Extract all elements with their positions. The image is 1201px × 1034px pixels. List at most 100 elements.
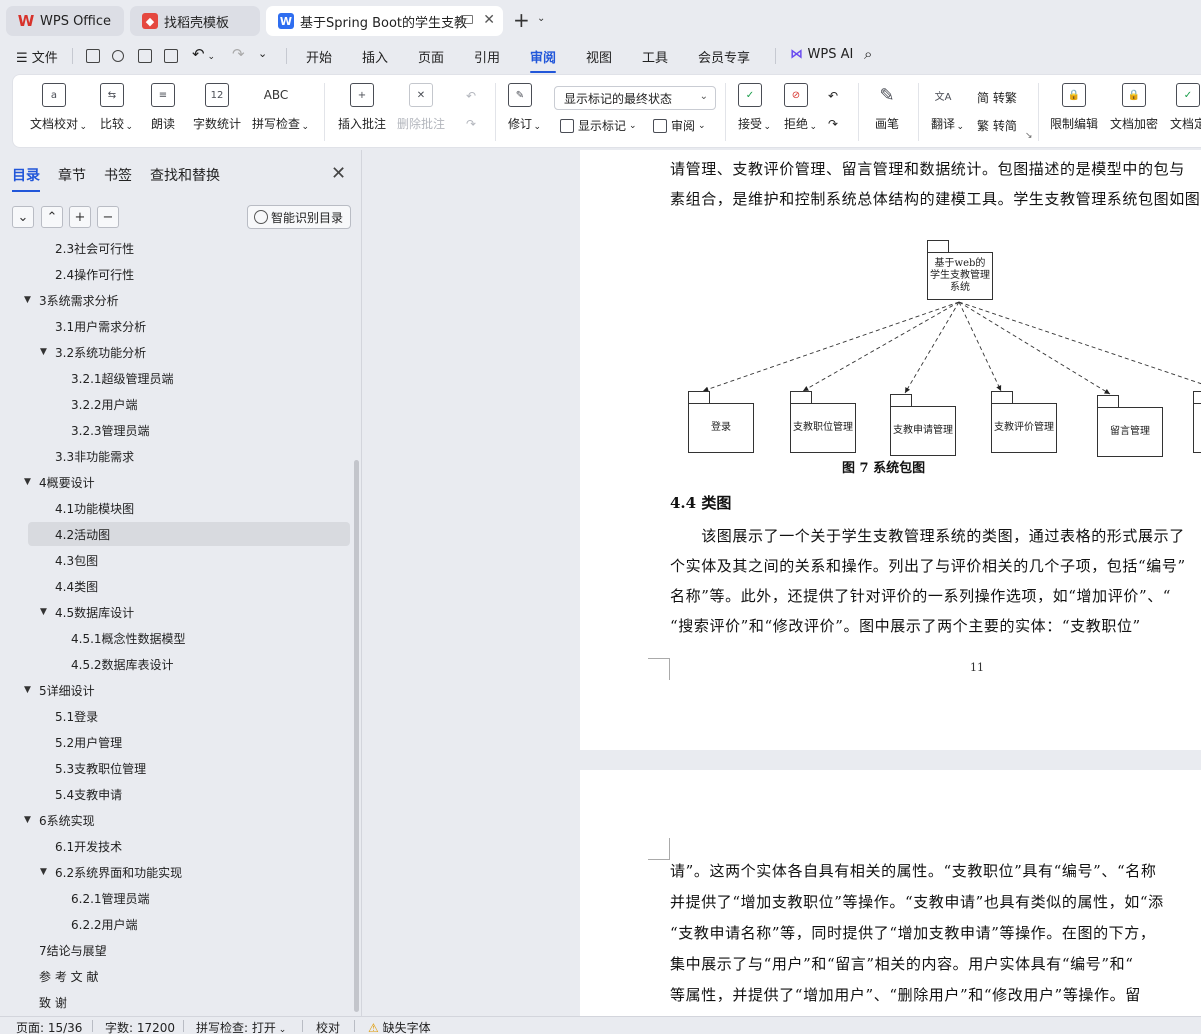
toc-item[interactable]: 4.1功能模块图 bbox=[0, 496, 350, 520]
missing-font-indicator[interactable]: ⚠ 缺失字体 bbox=[368, 1019, 431, 1034]
tab-find-replace[interactable]: 查找和替换 bbox=[150, 165, 220, 185]
add-heading-button[interactable]: + bbox=[69, 206, 91, 228]
close-pane-icon[interactable]: ✕ bbox=[331, 163, 346, 184]
doc-encrypt-button[interactable]: 🔒 文档加密 bbox=[1110, 83, 1158, 132]
expand-triangle-icon[interactable]: ▼ bbox=[24, 685, 31, 695]
toc-item[interactable]: 3.3非功能需求 bbox=[0, 444, 350, 468]
spell-check-indicator[interactable]: 拼写检查: 打开 ⌄ bbox=[196, 1019, 286, 1034]
tab-document[interactable]: W 基于Spring Boot的学生支教管 ✕ bbox=[266, 6, 503, 36]
toc-item[interactable]: 3.2.3管理员端 bbox=[0, 418, 350, 442]
toc-item[interactable]: 4.2活动图 bbox=[28, 522, 350, 546]
more-chevron-icon[interactable]: ⌄ bbox=[258, 47, 267, 60]
toc-item[interactable]: 致 谢 bbox=[0, 990, 350, 1014]
toc-item[interactable]: ▼ 5详细设计 bbox=[0, 678, 350, 702]
prev-change-icon[interactable]: ↶ bbox=[828, 89, 838, 103]
toc-item[interactable]: ▼ 4.5数据库设计 bbox=[0, 600, 350, 624]
word-count-indicator[interactable]: 字数: 17200 bbox=[105, 1019, 175, 1034]
toc-item[interactable]: 5.2用户管理 bbox=[0, 730, 350, 754]
to-simplified-button[interactable]: 繁 转简 bbox=[977, 117, 1017, 134]
expand-triangle-icon[interactable]: ▼ bbox=[40, 867, 47, 877]
expand-triangle-icon[interactable]: ▼ bbox=[24, 815, 31, 825]
proofread-indicator[interactable]: 校对 bbox=[316, 1019, 340, 1034]
pen-button[interactable]: ✎ 画笔 bbox=[875, 83, 899, 132]
expand-triangle-icon[interactable]: ▼ bbox=[40, 347, 47, 357]
tab-chapters[interactable]: 章节 bbox=[58, 165, 86, 185]
toc-item[interactable]: 2.4操作可行性 bbox=[0, 262, 350, 286]
toc-item[interactable]: 4.5.2数据库表设计 bbox=[0, 652, 350, 676]
expand-corner-icon[interactable]: ↘ bbox=[1025, 131, 1033, 141]
toc-item[interactable]: 6.1开发技术 bbox=[0, 834, 350, 858]
doc-check-button[interactable]: a 文档校对 ⌄ bbox=[30, 83, 87, 132]
toc-item[interactable]: ▼ 6.2系统界面和功能实现 bbox=[0, 860, 350, 884]
menu-member[interactable]: 会员专享 bbox=[698, 47, 750, 66]
redo-icon[interactable]: ↷ bbox=[232, 45, 245, 63]
menu-insert[interactable]: 插入 bbox=[362, 47, 388, 66]
doc-final-button[interactable]: ✓ 文档定 bbox=[1170, 83, 1201, 132]
tab-wps-office[interactable]: W WPS Office bbox=[6, 6, 124, 36]
document-page[interactable]: 请”。这两个实体各自具有相关的属性。“支教职位”具有“编号”、“名称 并提供了“… bbox=[580, 770, 1201, 1016]
new-tab-button[interactable]: + bbox=[513, 8, 530, 32]
toc-item[interactable]: 3.1用户需求分析 bbox=[0, 314, 350, 338]
toc-item[interactable]: ▼ 3系统需求分析 bbox=[0, 288, 350, 312]
toc-item[interactable]: 6.2.2用户端 bbox=[0, 912, 350, 936]
toc-item[interactable]: 6.2.1管理员端 bbox=[0, 886, 350, 910]
search-icon[interactable]: ⌕ bbox=[864, 45, 872, 63]
revise-button[interactable]: ✎ 修订 ⌄ bbox=[508, 83, 541, 132]
toc-item[interactable]: 2.3社会可行性 bbox=[0, 238, 350, 260]
next-comment-icon[interactable]: ↷ bbox=[466, 117, 476, 131]
tab-templates[interactable]: ◆ 找稻壳模板 bbox=[130, 6, 260, 36]
mark-state-select[interactable]: 显示标记的最终状态 ⌄ bbox=[554, 86, 716, 110]
file-menu[interactable]: ☰ 文件 bbox=[16, 47, 58, 66]
wps-ai-button[interactable]: ⋈ WPS AI bbox=[790, 47, 853, 62]
toc-item[interactable]: ▼ 3.2系统功能分析 bbox=[0, 340, 350, 364]
menu-review[interactable]: 审阅 bbox=[530, 47, 557, 73]
remove-heading-button[interactable]: − bbox=[97, 206, 119, 228]
menu-page[interactable]: 页面 bbox=[418, 47, 444, 66]
toc-item[interactable]: 参 考 文 献 bbox=[0, 964, 350, 988]
smart-toc-button[interactable]: 智能识别目录 bbox=[247, 205, 351, 229]
review-pane-button[interactable]: 审阅 ⌄ bbox=[653, 117, 706, 134]
delete-comment-button[interactable]: ✕ 删除批注 bbox=[397, 83, 445, 132]
prev-comment-icon[interactable]: ↶ bbox=[466, 89, 476, 103]
collapse-up-button[interactable]: ⌃ bbox=[41, 206, 63, 228]
chevron-down-icon[interactable]: ⌄ bbox=[537, 13, 545, 24]
next-change-icon[interactable]: ↷ bbox=[828, 117, 838, 131]
save-icon[interactable] bbox=[86, 49, 100, 63]
accept-button[interactable]: ✓ 接受 ⌄ bbox=[738, 83, 771, 132]
tab-toc[interactable]: 目录 bbox=[12, 165, 40, 192]
toc-item[interactable]: ▼ 6系统实现 bbox=[0, 808, 350, 832]
toc-scrollbar[interactable] bbox=[354, 460, 359, 1012]
menu-view[interactable]: 视图 bbox=[586, 47, 612, 66]
compare-button[interactable]: ⇆ 比较 ⌄ bbox=[100, 83, 133, 132]
print-preview-icon[interactable] bbox=[164, 49, 178, 63]
expand-triangle-icon[interactable]: ▼ bbox=[40, 607, 47, 617]
toc-item[interactable]: 3.2.1超级管理员端 bbox=[0, 366, 350, 390]
word-count-button[interactable]: 12 字数统计 bbox=[193, 83, 241, 132]
spell-check-button[interactable]: ABC 拼写检查 ⌄ bbox=[252, 83, 309, 132]
toc-item[interactable]: 5.1登录 bbox=[0, 704, 350, 728]
expand-down-button[interactable]: ⌄ bbox=[12, 206, 34, 228]
menu-start[interactable]: 开始 bbox=[306, 47, 332, 66]
toc-item[interactable]: 5.4支教申请 bbox=[0, 782, 350, 806]
document-page[interactable]: 请管理、支教评价管理、留言管理和数据统计。包图描述的是模型中的包与 素组合，是维… bbox=[580, 150, 1201, 750]
expand-triangle-icon[interactable]: ▼ bbox=[24, 477, 31, 487]
insert-comment-button[interactable]: + 插入批注 bbox=[338, 83, 386, 132]
menu-reference[interactable]: 引用 bbox=[474, 47, 500, 66]
print-icon[interactable] bbox=[138, 49, 152, 63]
close-tab-icon[interactable]: ✕ bbox=[483, 12, 495, 28]
read-aloud-button[interactable]: ≡ 朗读 bbox=[151, 83, 175, 132]
toc-item[interactable]: 3.2.2用户端 bbox=[0, 392, 350, 416]
reject-button[interactable]: ⊘ 拒绝 ⌄ bbox=[784, 83, 817, 132]
to-traditional-button[interactable]: 简 转繁 bbox=[977, 89, 1017, 106]
expand-triangle-icon[interactable]: ▼ bbox=[24, 295, 31, 305]
toc-item[interactable]: 7结论与展望 bbox=[0, 938, 350, 962]
undo-icon[interactable]: ↶ ⌄ bbox=[192, 45, 215, 63]
page-indicator[interactable]: 页面: 15/36 bbox=[16, 1019, 82, 1034]
toc-item[interactable]: ▼ 4概要设计 bbox=[0, 470, 350, 494]
tab-bookmarks[interactable]: 书签 bbox=[104, 165, 132, 185]
toc-item[interactable]: 4.5.1概念性数据模型 bbox=[0, 626, 350, 650]
toc-item[interactable]: 4.3包图 bbox=[0, 548, 350, 572]
restrict-edit-button[interactable]: 🔒 限制编辑 bbox=[1050, 83, 1098, 132]
show-marks-button[interactable]: 显示标记 ⌄ bbox=[560, 117, 637, 134]
toc-item[interactable]: 4.4类图 bbox=[0, 574, 350, 598]
